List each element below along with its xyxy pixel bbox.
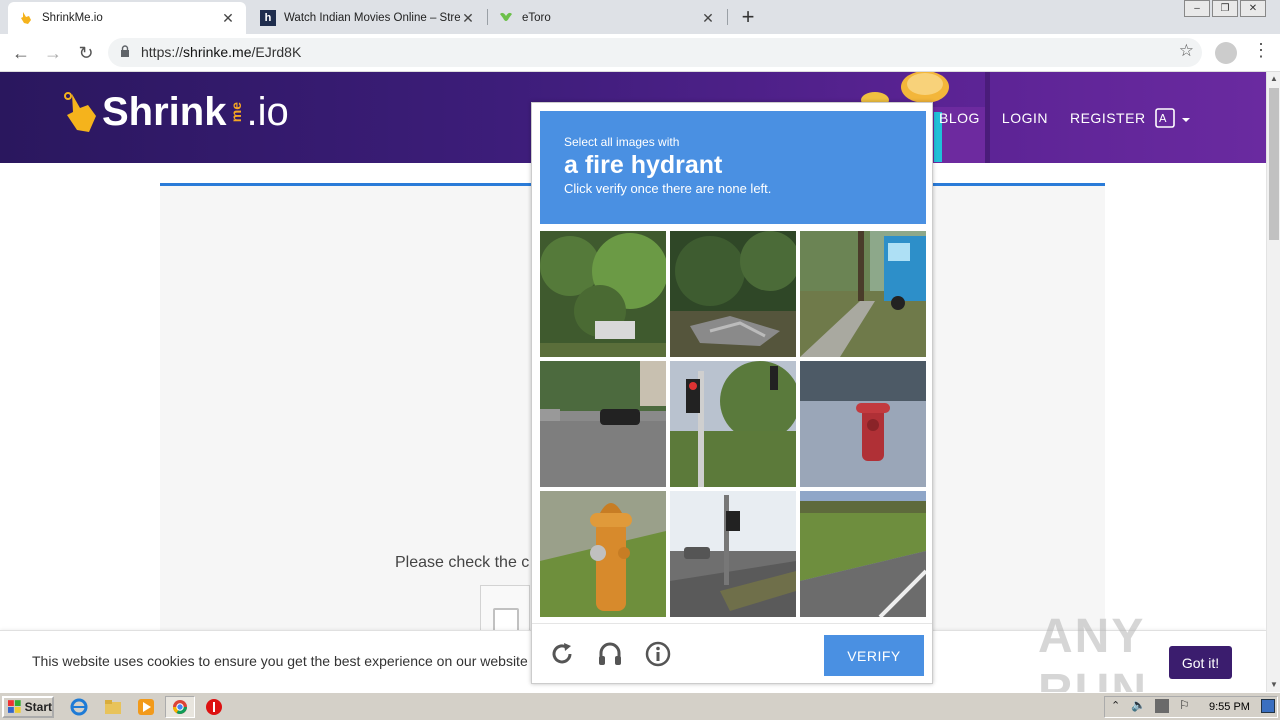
logo-text-me: me [228, 101, 245, 123]
back-button[interactable]: ← [8, 40, 34, 66]
tab-watch-indian-movies[interactable]: h Watch Indian Movies Online – Stream ✕ [250, 2, 486, 34]
chrome-icon [173, 700, 187, 714]
hand-pointer-icon [18, 10, 34, 26]
image-tile-8[interactable] [670, 491, 796, 617]
window-controls: ‒ ❐ ✕ [1182, 0, 1266, 18]
tab-shrinkme[interactable]: ShrinkMe.io ✕ [8, 2, 246, 34]
image-tile-2[interactable] [670, 231, 796, 357]
close-icon[interactable]: ✕ [700, 10, 716, 27]
challenge-instruction: Click verify once there are none left. [564, 181, 772, 196]
logo-text-shrink: Shrink [102, 89, 227, 134]
language-selector-icon[interactable]: A [1155, 107, 1191, 129]
reload-icon[interactable] [549, 641, 575, 667]
action-center-flag-icon[interactable]: ⚐ [1179, 698, 1190, 712]
start-label: Start [24, 700, 52, 714]
header-nav: BLOG LOGIN REGISTER [939, 110, 1146, 126]
windows-logo-icon [8, 700, 21, 713]
scroll-down-arrow-icon[interactable]: ▼ [1267, 678, 1280, 692]
tab-separator [727, 9, 728, 25]
clock[interactable]: 9:55 PM [1209, 701, 1250, 713]
image-tile-5[interactable] [670, 361, 796, 487]
system-tray: ⌃ 🔈 ⚐ [1104, 696, 1278, 718]
tab-title: Watch Indian Movies Online – Stream [284, 12, 460, 24]
forward-button[interactable]: → [40, 40, 66, 66]
image-tile-6[interactable] [800, 361, 926, 487]
browser-toolbar: ← → ↻ https://shrinke.me/EJrd8K ☆ ⋮ [0, 34, 1280, 72]
etoro-bull-icon [498, 10, 514, 26]
challenge-header: Select all images with a fire hydrant Cl… [540, 111, 926, 224]
opera-stop-icon[interactable] [205, 698, 223, 716]
address-bar[interactable]: https://shrinke.me/EJrd8K ☆ [108, 38, 1202, 67]
image-tile-4[interactable] [540, 361, 666, 487]
tab-title: eToro [522, 12, 551, 24]
close-window-button[interactable]: ✕ [1240, 0, 1266, 17]
svg-text:A: A [1159, 112, 1167, 125]
profile-avatar-icon[interactable] [1215, 42, 1237, 64]
url-text: https://shrinke.me/EJrd8K [141, 44, 301, 60]
restore-button[interactable]: ❐ [1212, 0, 1238, 17]
tab-strip: ShrinkMe.io ✕ h Watch Indian Movies Onli… [0, 0, 1280, 34]
image-tile-1[interactable] [540, 231, 666, 357]
tab-etoro[interactable]: eToro ✕ [488, 2, 726, 34]
image-tile-3[interactable] [800, 231, 926, 357]
scrollbar-thumb[interactable] [1269, 88, 1279, 240]
url-scheme: https:// [141, 44, 184, 60]
image-tile-9[interactable] [800, 491, 926, 617]
nav-blog-link[interactable]: BLOG [939, 110, 980, 126]
recaptcha-challenge: Select all images with a fire hydrant Cl… [531, 102, 933, 684]
logo-text-io: .io [246, 89, 289, 134]
network-icon[interactable] [1155, 699, 1169, 713]
check-instruction-text: Please check the c [395, 554, 530, 571]
scroll-up-arrow-icon[interactable]: ▲ [1267, 72, 1280, 86]
media-player-icon[interactable] [137, 698, 155, 716]
h-letter-icon: h [260, 10, 276, 26]
kebab-menu-icon[interactable]: ⋮ [1252, 40, 1270, 61]
bookmark-star-icon[interactable]: ☆ [1179, 41, 1194, 61]
tray-expand-icon[interactable]: ⌃ [1111, 699, 1120, 712]
close-icon[interactable]: ✕ [220, 10, 236, 27]
verify-button[interactable]: VERIFY [824, 635, 924, 676]
show-desktop-icon[interactable] [1261, 699, 1275, 713]
challenge-intro: Select all images with [564, 135, 680, 149]
vertical-scrollbar[interactable]: ▲ ▼ [1266, 72, 1280, 692]
url-host: shrinke.me [183, 44, 252, 60]
lock-icon [121, 45, 129, 57]
folder-icon[interactable] [104, 698, 122, 716]
image-tile-7[interactable] [540, 491, 666, 617]
hand-pointer-icon [64, 92, 96, 132]
nav-register-link[interactable]: REGISTER [1070, 110, 1146, 126]
new-tab-button[interactable]: + [737, 4, 759, 30]
headphones-icon[interactable] [597, 641, 623, 667]
internet-explorer-icon[interactable] [70, 698, 88, 716]
tab-title: ShrinkMe.io [42, 12, 103, 24]
info-icon[interactable] [645, 641, 671, 667]
windows-taskbar: Start ⌃ 🔈 ⚐ 9:55 PM [0, 692, 1280, 720]
challenge-target: a fire hydrant [564, 151, 723, 179]
minimize-button[interactable]: ‒ [1184, 0, 1210, 17]
reload-button[interactable]: ↻ [73, 40, 99, 66]
close-icon[interactable]: ✕ [460, 10, 476, 27]
url-path: /EJrd8K [251, 44, 302, 60]
challenge-footer: VERIFY [532, 623, 932, 683]
cookie-text: This website uses cookies to ensure you … [32, 653, 528, 669]
start-button[interactable]: Start [2, 696, 54, 718]
shrinkme-logo[interactable]: Shrink me .io [62, 82, 289, 142]
chrome-taskbar-button[interactable] [165, 696, 195, 718]
nav-login-link[interactable]: LOGIN [1002, 110, 1048, 126]
volume-icon[interactable]: 🔈 [1131, 698, 1146, 712]
anyrun-watermark: ANY RUN [1038, 610, 1148, 692]
